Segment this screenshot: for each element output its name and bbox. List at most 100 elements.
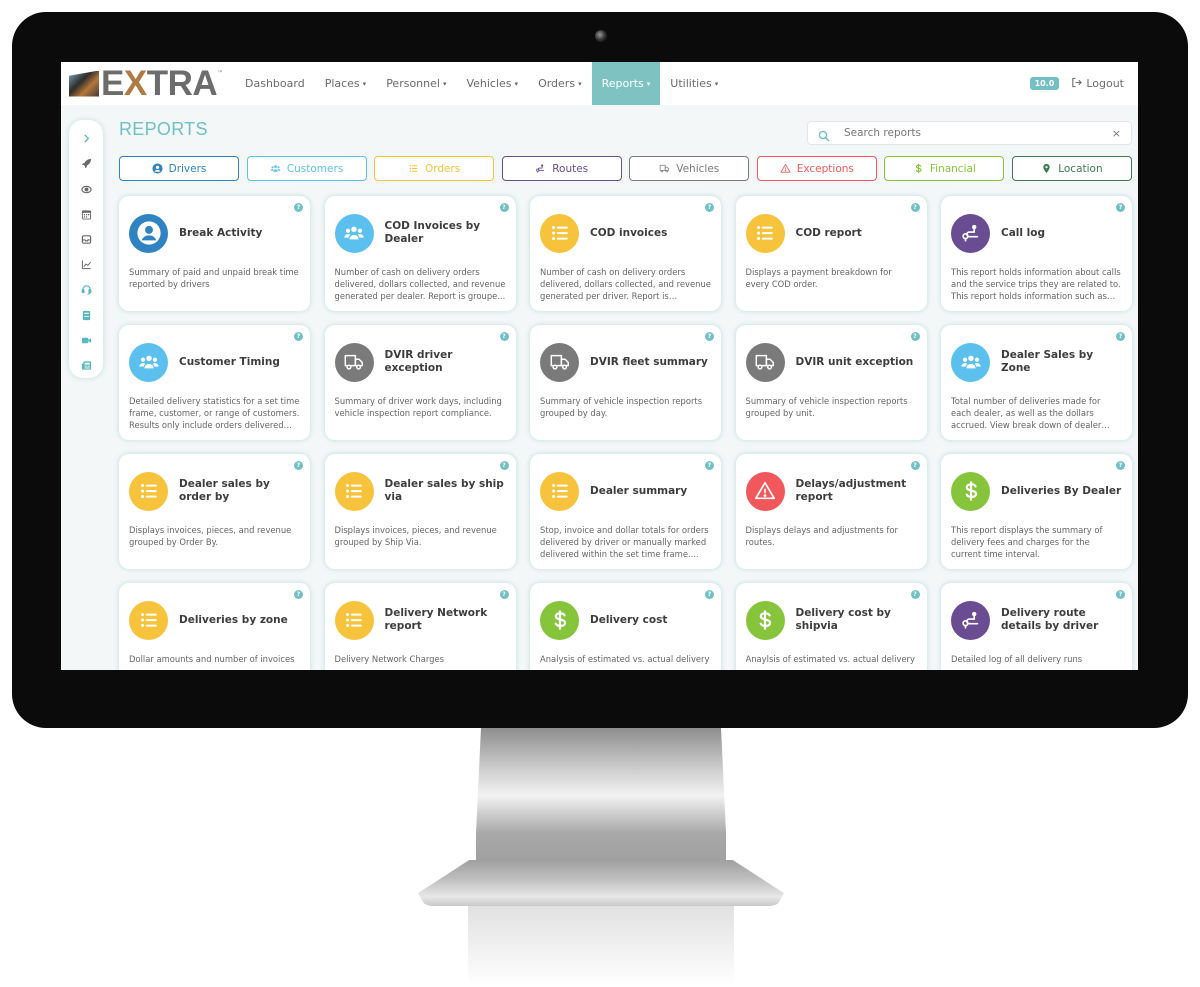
report-card[interactable]: ? Delivery cost Analysis of estimated vs. … — [530, 583, 721, 670]
help-icon[interactable]: ? — [294, 203, 303, 212]
filter-location[interactable]: Location — [1011, 156, 1132, 181]
nav-item-vehicles[interactable]: Vehicles ▾ — [456, 62, 528, 105]
report-list-icon — [129, 600, 168, 640]
report-card[interactable]: ? Deliveries by zone Dollar amounts and nu… — [119, 583, 310, 670]
report-description: Displays delays and adjustments for rout… — [745, 525, 898, 548]
line-chart-icon[interactable] — [76, 252, 96, 277]
filter-vehicles[interactable]: Vehicles — [629, 156, 750, 181]
caret-down-icon: ▾ — [442, 79, 447, 88]
help-icon[interactable]: ? — [705, 332, 714, 341]
newspaper-icon[interactable] — [76, 353, 96, 378]
app-screen: EXTRA ™ Dashboard Places ▾ Personnel ▾ Vehicl… — [61, 62, 1138, 670]
help-icon[interactable]: ? — [499, 461, 509, 470]
filter-drivers[interactable]: Drivers — [119, 156, 239, 181]
help-icon[interactable]: ? — [705, 203, 714, 212]
report-truck-icon — [334, 342, 374, 382]
help-icon[interactable]: ? — [294, 332, 303, 341]
logout-label: Logout — [1086, 77, 1124, 90]
report-card[interactable]: ? COD report Displays a payment breakdown … — [735, 196, 927, 311]
caret-down-icon: ▾ — [578, 79, 582, 88]
help-icon[interactable]: ? — [499, 203, 509, 212]
card-header: Dealer sales by ship via — [334, 470, 506, 512]
card-header: Delivery cost — [540, 599, 711, 641]
warning-icon — [780, 163, 791, 174]
report-title: Deliveries by zone — [179, 613, 288, 626]
report-card[interactable]: ? DVIR driver exception Summary of driver … — [324, 325, 516, 440]
nav-item-personnel[interactable]: Personnel ▾ — [376, 62, 456, 105]
report-card[interactable]: ? Call log This report holds information a… — [941, 196, 1132, 311]
help-icon[interactable]: ? — [1116, 461, 1125, 470]
help-icon[interactable]: ? — [705, 461, 714, 470]
nav-item-dashboard[interactable]: Dashboard — [235, 62, 315, 105]
help-icon[interactable]: ? — [294, 590, 303, 599]
filter-customers[interactable]: Customers — [246, 156, 367, 181]
search-input[interactable] — [844, 127, 1112, 139]
help-icon[interactable]: ? — [910, 461, 920, 470]
card-header: Break Activity — [129, 212, 300, 254]
help-icon[interactable]: ? — [910, 203, 920, 212]
nav-item-reports[interactable]: Reports ▾ — [591, 62, 661, 105]
eye-icon[interactable] — [76, 176, 96, 201]
report-card[interactable]: ? Dealer summary Stop, invoice and dollar … — [530, 454, 721, 569]
filter-exceptions[interactable]: Exceptions — [756, 156, 877, 181]
report-list-icon — [129, 471, 168, 511]
help-icon[interactable]: ? — [1116, 203, 1125, 212]
help-icon[interactable]: ? — [499, 590, 509, 599]
rocket-icon[interactable] — [76, 151, 96, 176]
help-icon[interactable]: ? — [1116, 590, 1125, 599]
version-badge: 10.0 — [1029, 77, 1060, 90]
report-card[interactable]: ? Delivery route details by driver Detaile… — [941, 583, 1132, 670]
help-icon[interactable]: ? — [705, 590, 714, 599]
report-title: Delivery cost — [590, 613, 668, 626]
report-description: Displays a payment breakdown for every C… — [745, 267, 892, 290]
help-icon[interactable]: ? — [910, 590, 920, 599]
report-description: This report displays the summary of deli… — [951, 525, 1103, 560]
report-card[interactable]: ? Delivery Network report Delivery Network… — [324, 583, 516, 670]
report-card[interactable]: ? COD invoices Number of cash on delivery … — [530, 196, 721, 311]
report-title: Delays/adjustment report — [795, 478, 907, 503]
nav-item-orders[interactable]: Orders ▾ — [528, 62, 592, 105]
chevron-right-icon[interactable] — [76, 126, 96, 151]
report-card[interactable]: ? Dealer Sales by Zone Total number of del… — [941, 325, 1132, 440]
caret-down-icon: ▾ — [514, 79, 519, 88]
filter-label: Vehicles — [676, 162, 720, 175]
help-icon[interactable]: ? — [499, 332, 509, 341]
logout-link[interactable]: Logout — [1071, 77, 1124, 91]
report-card[interactable]: ? DVIR unit exception Summary of vehicle i… — [735, 325, 927, 440]
report-card[interactable]: ? Delivery cost by shipvia Anaylsis of est… — [735, 583, 927, 670]
help-icon[interactable]: ? — [910, 332, 920, 341]
clear-search-icon[interactable]: × — [1112, 127, 1121, 140]
video-camera-icon[interactable] — [76, 328, 96, 353]
search-box: × — [807, 121, 1132, 145]
filter-routes[interactable]: Routes — [501, 156, 622, 181]
report-card[interactable]: ? Customer Timing Detailed delivery statis… — [119, 325, 310, 440]
report-card[interactable]: ? Delays/adjustment report Displays delays… — [735, 454, 927, 569]
filter-financial[interactable]: Financial — [884, 156, 1005, 181]
report-card[interactable]: ? Dealer sales by ship via Displays invoic… — [324, 454, 516, 569]
help-icon[interactable]: ? — [1116, 332, 1125, 341]
card-header: Delivery cost by shipvia — [745, 599, 917, 641]
nav-item-places[interactable]: Places ▾ — [315, 62, 377, 105]
help-icon[interactable]: ? — [294, 461, 303, 470]
headset-icon[interactable] — [76, 277, 96, 302]
report-description: Summary of vehicle inspection reports gr… — [745, 396, 908, 419]
document-icon[interactable] — [76, 302, 96, 327]
nav-item-utilities[interactable]: Utilities ▾ — [660, 62, 728, 105]
report-description: Detailed log of all delivery runs — [951, 654, 1083, 664]
report-card[interactable]: ? Deliveries By Dealer This report display… — [941, 454, 1132, 569]
inbox-icon[interactable] — [76, 227, 96, 252]
report-description: Detailed delivery statistics for a set t… — [129, 396, 300, 431]
report-card[interactable]: ? Break Activity Summary of paid and unpai… — [119, 196, 310, 311]
report-card[interactable]: ? Dealer sales by order by Displays invoic… — [119, 454, 310, 569]
report-title: Delivery route details by driver — [1001, 607, 1099, 632]
left-icon-rail — [69, 120, 103, 378]
report-dollar-icon — [540, 600, 579, 640]
extra-logo[interactable]: EXTRA ™ — [69, 66, 229, 102]
filter-orders[interactable]: Orders — [374, 156, 495, 181]
category-filters: Drivers Customers Orders Routes Vehicles Exce… — [119, 156, 1132, 181]
caret-down-icon: ▾ — [714, 79, 719, 88]
report-description: This report holds information about call… — [951, 267, 1121, 302]
report-card[interactable]: ? DVIR fleet summary Summary of vehicle in… — [530, 325, 721, 440]
report-card[interactable]: ? COD Invoices by Dealer Number of cash on… — [324, 196, 516, 311]
calendar-icon[interactable] — [76, 202, 96, 227]
